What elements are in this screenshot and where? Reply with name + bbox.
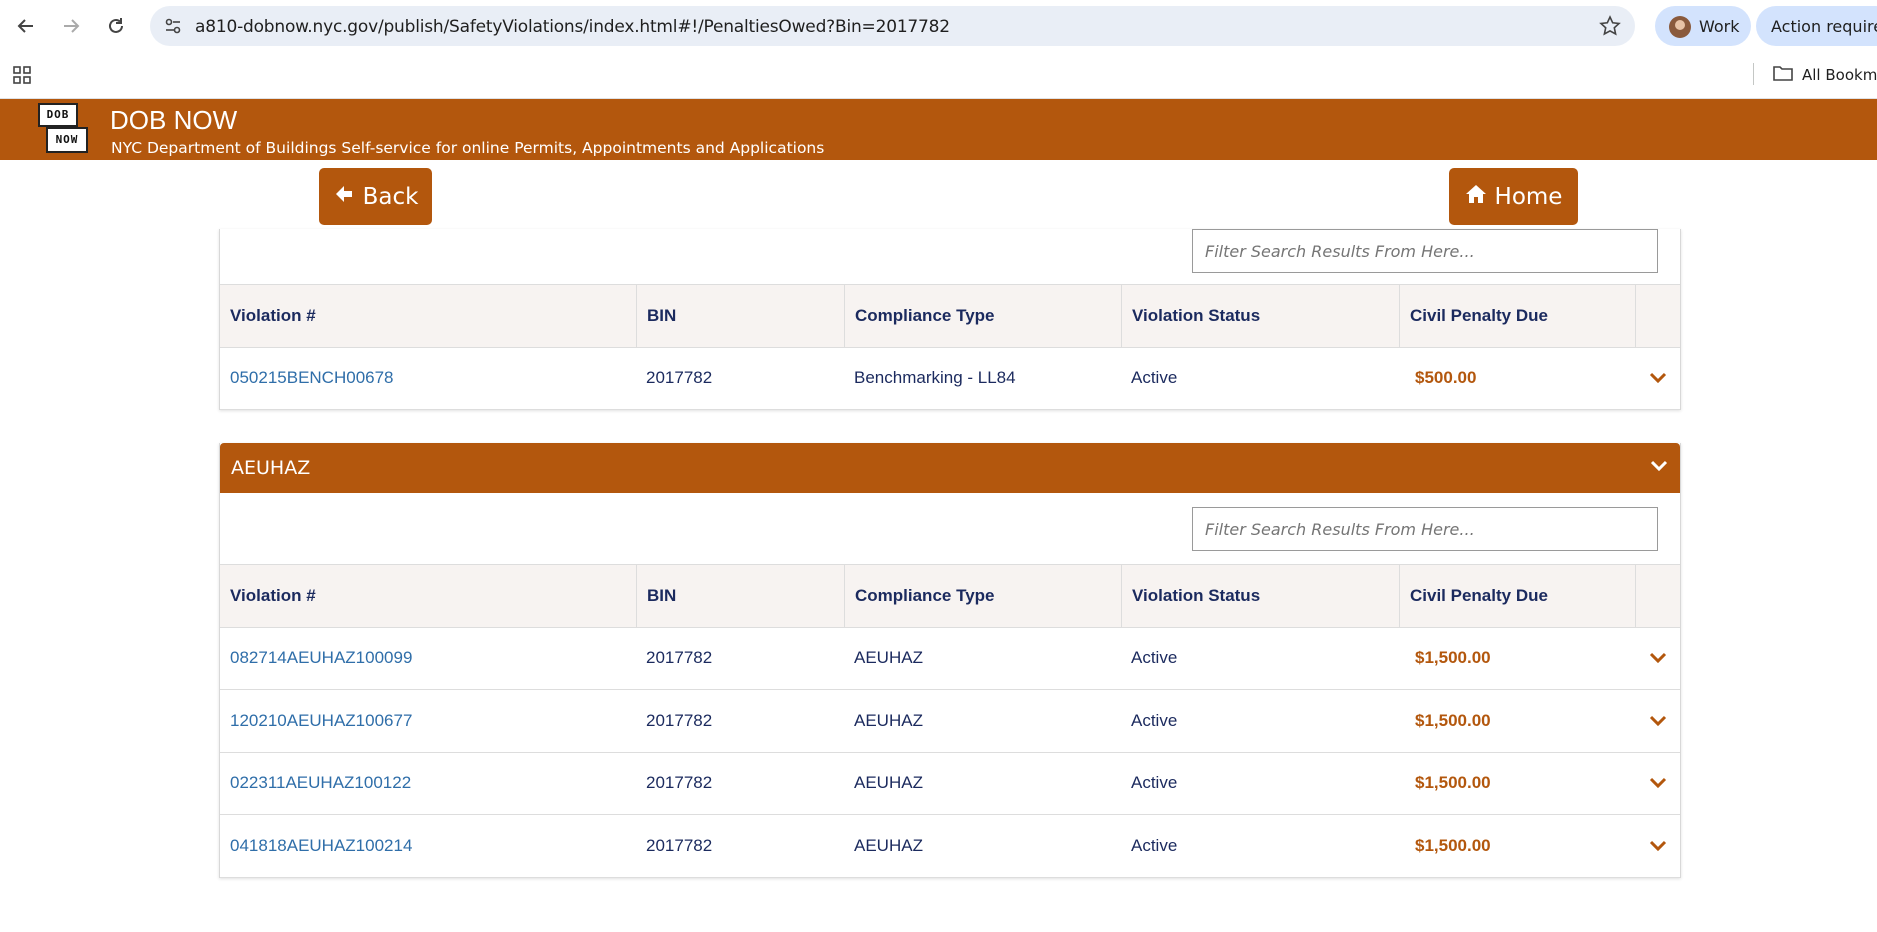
violation-number-link[interactable]: 022311AEUHAZ100122: [220, 752, 636, 814]
action-required-label: Action required: [1771, 17, 1877, 36]
reload-icon[interactable]: [101, 12, 131, 40]
column-header-civil-penalty[interactable]: Civil Penalty Due: [1399, 285, 1635, 347]
app-header: DOB NOW DOB NOW NYC Department of Buildi…: [0, 99, 1877, 160]
chevron-down-icon[interactable]: [1635, 347, 1680, 409]
column-header-violation-status[interactable]: Violation Status: [1121, 285, 1399, 347]
column-header-compliance-type[interactable]: Compliance Type: [844, 285, 1121, 347]
home-button-label: Home: [1494, 183, 1563, 210]
home-button[interactable]: Home: [1449, 168, 1578, 225]
chevron-down-icon[interactable]: [1650, 459, 1668, 477]
column-header-violation[interactable]: Violation #: [220, 285, 636, 347]
civil-penalty-cell: $1,500.00: [1415, 711, 1491, 730]
column-header-violation-status[interactable]: Violation Status: [1121, 565, 1399, 627]
table-row[interactable]: 120210AEUHAZ100677 2017782 AEUHAZ Active…: [220, 690, 1680, 753]
violation-status-cell: Active: [1131, 836, 1178, 855]
filter-search-input[interactable]: [1192, 229, 1658, 273]
avatar: [1669, 16, 1691, 38]
column-header-compliance-type[interactable]: Compliance Type: [844, 565, 1121, 627]
url-text: a810-dobnow.nyc.gov/publish/SafetyViolat…: [195, 17, 950, 37]
panel-title: AEUHAZ: [231, 457, 311, 479]
violation-status-cell: Active: [1131, 773, 1178, 792]
table-row[interactable]: 050215BENCH00678 2017782 Benchmarking - …: [220, 347, 1680, 410]
site-info-icon[interactable]: [164, 17, 182, 40]
compliance-type-cell: AEUHAZ: [854, 711, 923, 730]
chevron-down-icon[interactable]: [1635, 627, 1680, 689]
compliance-type-cell: Benchmarking - LL84: [854, 368, 1016, 387]
chevron-down-icon[interactable]: [1635, 690, 1680, 752]
table-header: Violation # BIN Compliance Type Violatio…: [220, 564, 1680, 628]
bin-cell: 2017782: [646, 773, 713, 792]
table-row[interactable]: 041818AEUHAZ100214 2017782 AEUHAZ Active…: [220, 815, 1680, 878]
bookmarks-bar: All Bookma: [0, 52, 1877, 99]
bookmark-star-icon[interactable]: [1599, 15, 1621, 42]
logo-top-text: DOB: [38, 103, 78, 127]
home-icon: [1465, 184, 1487, 210]
column-header-bin[interactable]: BIN: [636, 285, 844, 347]
column-header-violation[interactable]: Violation #: [220, 565, 636, 627]
profile-label: Work: [1699, 17, 1740, 36]
browser-toolbar: a810-dobnow.nyc.gov/publish/SafetyViolat…: [0, 0, 1877, 52]
violations-panel-benchmarking: Violation # BIN Compliance Type Violatio…: [219, 229, 1681, 410]
violation-status-cell: Active: [1131, 648, 1178, 667]
violation-status-cell: Active: [1131, 711, 1178, 730]
dob-now-logo[interactable]: DOB NOW: [38, 103, 88, 155]
compliance-type-cell: AEUHAZ: [854, 773, 923, 792]
chevron-down-icon[interactable]: [1635, 815, 1680, 877]
civil-penalty-cell: $500.00: [1415, 368, 1477, 387]
violation-number-link[interactable]: 082714AEUHAZ100099: [220, 627, 636, 689]
violation-number-link[interactable]: 120210AEUHAZ100677: [220, 690, 636, 752]
compliance-type-cell: AEUHAZ: [854, 648, 923, 667]
back-arrow-icon[interactable]: [11, 12, 41, 40]
table-row[interactable]: 022311AEUHAZ100122 2017782 AEUHAZ Active…: [220, 752, 1680, 815]
chevron-down-icon[interactable]: [1635, 752, 1680, 814]
table-header: Violation # BIN Compliance Type Violatio…: [220, 284, 1680, 348]
bin-cell: 2017782: [646, 368, 713, 387]
civil-penalty-cell: $1,500.00: [1415, 773, 1491, 792]
profile-button[interactable]: Work: [1655, 6, 1751, 46]
table-row[interactable]: 082714AEUHAZ100099 2017782 AEUHAZ Active…: [220, 627, 1680, 690]
column-header-expand: [1635, 565, 1680, 627]
apps-grid-icon[interactable]: [12, 65, 32, 90]
column-header-expand: [1635, 285, 1680, 347]
action-required-button[interactable]: Action required: [1756, 6, 1877, 46]
all-bookmarks-button[interactable]: All Bookma: [1772, 62, 1877, 88]
bookmarks-divider: [1753, 63, 1754, 85]
column-header-civil-penalty[interactable]: Civil Penalty Due: [1399, 565, 1635, 627]
app-title: DOB NOW: [110, 105, 238, 135]
civil-penalty-cell: $1,500.00: [1415, 836, 1491, 855]
all-bookmarks-label: All Bookma: [1802, 66, 1877, 84]
filter-search-input[interactable]: [1192, 507, 1658, 551]
violations-panel-aeuhaz: AEUHAZ Violation # BIN Compliance Type V…: [219, 443, 1681, 878]
column-header-bin[interactable]: BIN: [636, 565, 844, 627]
forward-arrow-icon[interactable]: [56, 12, 86, 40]
violation-number-link[interactable]: 050215BENCH00678: [220, 347, 636, 409]
civil-penalty-cell: $1,500.00: [1415, 648, 1491, 667]
violation-status-cell: Active: [1131, 368, 1178, 387]
panel-header[interactable]: AEUHAZ: [220, 443, 1680, 493]
back-button-label: Back: [362, 183, 419, 210]
app-subtitle: NYC Department of Buildings Self-service…: [111, 139, 825, 157]
bin-cell: 2017782: [646, 836, 713, 855]
folder-icon: [1772, 64, 1794, 87]
logo-bottom-text: NOW: [46, 127, 88, 153]
bin-cell: 2017782: [646, 711, 713, 730]
arrow-left-icon: [333, 183, 355, 211]
back-button[interactable]: Back: [319, 168, 432, 225]
bin-cell: 2017782: [646, 648, 713, 667]
compliance-type-cell: AEUHAZ: [854, 836, 923, 855]
address-bar[interactable]: a810-dobnow.nyc.gov/publish/SafetyViolat…: [150, 6, 1635, 46]
violation-number-link[interactable]: 041818AEUHAZ100214: [220, 815, 636, 877]
